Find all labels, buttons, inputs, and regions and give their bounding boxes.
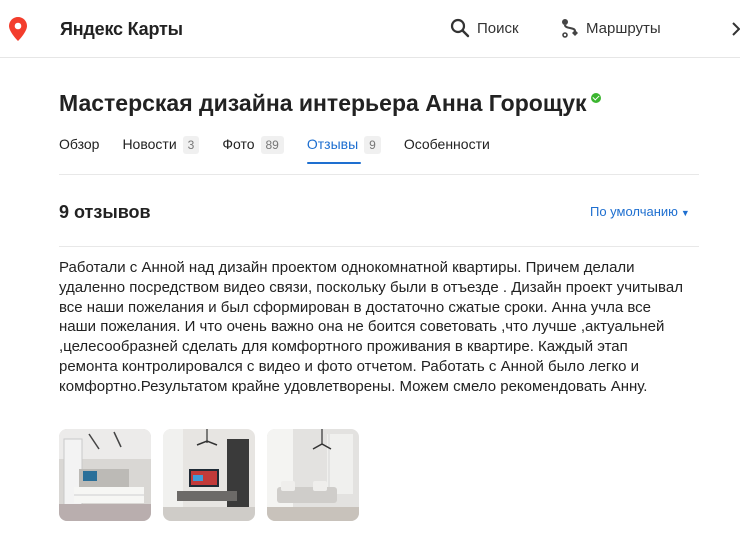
map-pin-logo-icon[interactable] <box>9 17 27 41</box>
search-button[interactable]: Поиск <box>450 18 519 38</box>
brand-title[interactable]: Яндекс Карты <box>60 19 183 40</box>
interior-photo-image <box>267 429 359 521</box>
tab-label: Особенности <box>403 136 490 152</box>
tab-overview[interactable]: Обзор <box>59 136 99 164</box>
routes-button[interactable]: Маршруты <box>561 18 661 38</box>
interior-photo-image <box>163 429 255 521</box>
review-photo[interactable] <box>163 429 255 521</box>
top-bar: Яндекс Карты Поиск Маршруты <box>0 0 740 58</box>
routes-label: Маршруты <box>586 19 661 37</box>
tab-count-badge: 9 <box>364 136 381 154</box>
review-text: Работали с Анной над дизайн проектом одн… <box>59 259 683 395</box>
review-photo[interactable] <box>59 429 151 521</box>
divider <box>59 246 699 247</box>
tab-count-badge: 89 <box>260 136 284 154</box>
route-icon <box>562 19 578 38</box>
caret-down-icon: ▼ <box>680 208 690 218</box>
tab-label: Отзывы <box>306 136 359 152</box>
tab-label: Новости <box>122 136 177 152</box>
tab-features[interactable]: Особенности <box>404 136 490 164</box>
review-photo[interactable] <box>267 429 359 521</box>
tab-reviews[interactable]: Отзывы 9 <box>306 136 381 164</box>
search-icon <box>450 18 470 38</box>
search-label: Поиск <box>477 19 519 37</box>
review-photos <box>59 429 371 521</box>
reviews-count: 9 отзывов <box>59 202 151 222</box>
tab-news[interactable]: Новости 3 <box>122 136 200 164</box>
organization-title: Мастерская дизайна интерьера Анна Горощу… <box>59 90 601 117</box>
interior-photo-image <box>59 429 151 521</box>
tab-label: Обзор <box>59 136 100 152</box>
divider <box>59 174 699 175</box>
tab-count-badge: 3 <box>182 136 200 154</box>
sort-dropdown[interactable]: По умолчанию ▼ <box>590 204 690 219</box>
verified-check-icon <box>590 93 601 103</box>
organization-name: Мастерская дизайна интерьера Анна Горощу… <box>59 90 587 116</box>
tab-label: Фото <box>222 136 255 152</box>
sort-label: По умолчанию <box>590 204 678 219</box>
chevron-right-icon[interactable] <box>730 20 740 38</box>
tab-bar: Обзор Новости 3 Фото 89 Отзывы 9 Особенн… <box>59 136 513 166</box>
tab-photos[interactable]: Фото 89 <box>222 136 284 164</box>
